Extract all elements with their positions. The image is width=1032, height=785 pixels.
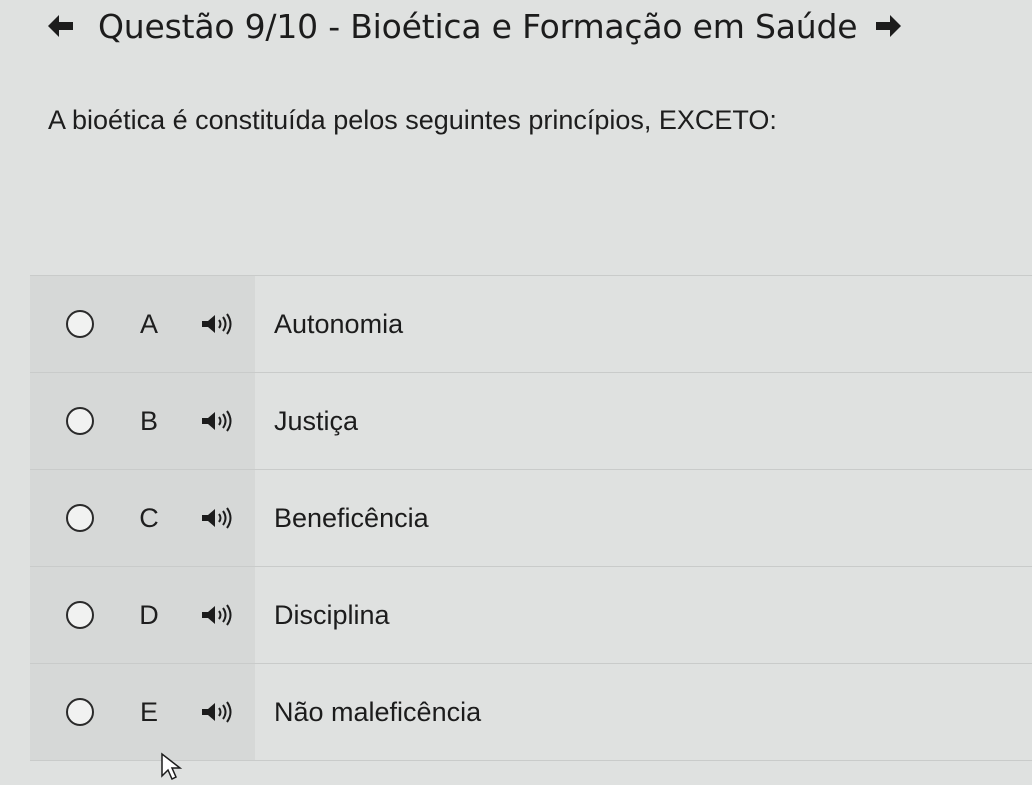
next-question-button[interactable] [869,6,909,46]
option-letter: A [139,308,158,339]
option-letter: E [139,696,158,727]
option-e[interactable]: E Não maleficência [30,663,1032,761]
radio-button[interactable] [66,310,94,338]
option-text: Autonomia [274,308,404,339]
speaker-icon[interactable] [200,408,236,434]
option-text: Justiça [274,405,359,436]
radio-button[interactable] [66,407,94,435]
speaker-icon[interactable] [200,505,236,531]
question-text: A bioética é constituída pelos seguintes… [48,105,777,135]
question-header: Questão 9/10 - Bioética e Formação em Sa… [40,0,1020,52]
page-title: Questão 9/10 - Bioética e Formação em Sa… [98,6,858,46]
option-text: Disciplina [274,599,390,630]
option-b[interactable]: B Justiça [30,372,1032,469]
option-text: Não maleficência [274,696,482,727]
radio-button[interactable] [66,504,94,532]
prev-question-button[interactable] [40,6,80,46]
option-text: Beneficência [274,502,429,533]
option-letter: B [139,405,158,436]
radio-button[interactable] [66,698,94,726]
mouse-pointer-icon [160,752,184,785]
speaker-icon[interactable] [200,311,236,337]
option-c[interactable]: C Beneficência [30,469,1032,566]
speaker-icon[interactable] [200,602,236,628]
option-letter: D [139,599,159,630]
speaker-icon[interactable] [200,699,236,725]
option-letter: C [139,502,159,533]
answer-options: A Autonomia B Justiça C Beneficência D D… [30,275,1032,761]
arrow-right-icon [876,15,902,37]
arrow-left-icon [48,15,73,37]
radio-button[interactable] [66,601,94,629]
option-a[interactable]: A Autonomia [30,275,1032,372]
option-d[interactable]: D Disciplina [30,566,1032,663]
